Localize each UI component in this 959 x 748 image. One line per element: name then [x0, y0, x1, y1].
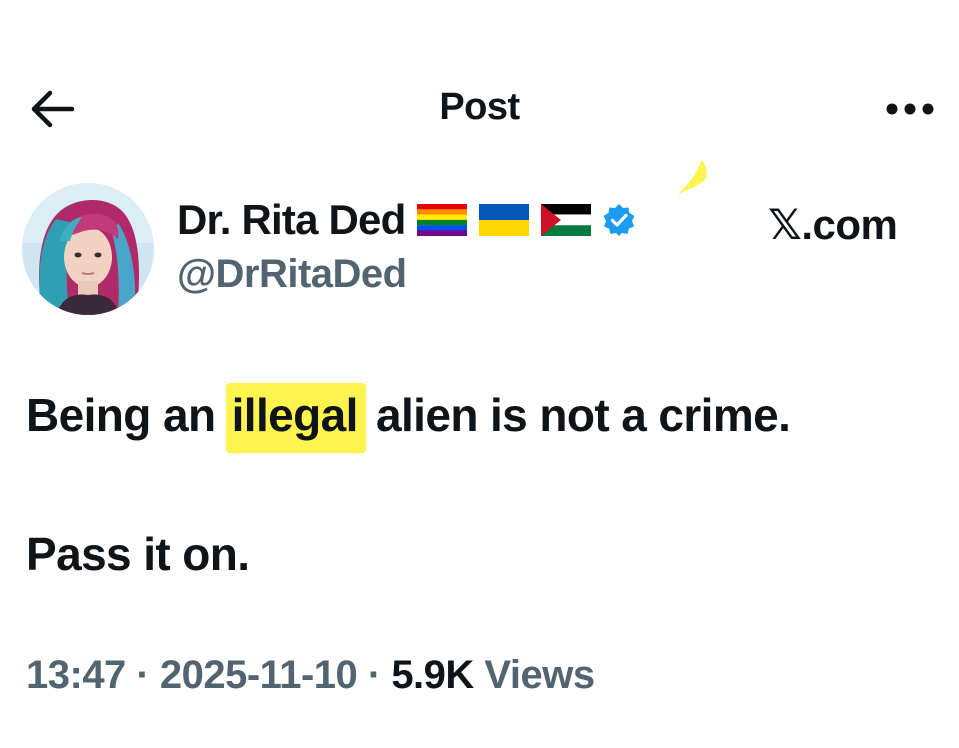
top-bar: Post — [0, 70, 959, 150]
views-count[interactable]: 5.9K — [391, 653, 474, 697]
more-horizontal-icon — [886, 103, 934, 115]
post-text-line-1: Being an illegal alien is not a crime. — [26, 383, 791, 453]
post-time[interactable]: 13:47 — [26, 653, 126, 697]
ukraine-flag-icon — [479, 204, 530, 236]
display-name[interactable]: Dr. Rita Ded — [177, 196, 406, 244]
post-text-before: Being an — [26, 389, 228, 441]
name-row: Dr. Rita Ded — [177, 194, 637, 246]
user-handle[interactable]: @DrRitaDed — [177, 252, 407, 297]
page-title: Post — [439, 86, 520, 128]
post-text-after: alien is not a crime. — [363, 389, 791, 441]
views-label: Views — [473, 653, 595, 697]
highlighted-word: illegal — [225, 383, 366, 453]
avatar-portrait — [22, 183, 154, 315]
verified-badge-icon[interactable] — [601, 202, 637, 238]
post-date[interactable]: 2025-11-10 — [160, 653, 358, 697]
more-options-button[interactable] — [880, 94, 940, 124]
meta-separator: · — [125, 653, 160, 697]
highlighter-mark — [678, 160, 707, 194]
meta-separator: · — [357, 653, 392, 697]
palestine-flag-icon — [541, 204, 592, 236]
post-text-line-2: Pass it on. — [26, 528, 250, 580]
post-meta: 13:47 · 2025-11-10 · 5.9K Views — [26, 653, 595, 698]
avatar[interactable] — [22, 183, 154, 315]
source-label: 𝕏.com — [768, 201, 898, 248]
rainbow-flag-icon — [417, 204, 468, 236]
post-author: Dr. Rita Ded @DrRitaDed 𝕏.com — [0, 160, 959, 320]
